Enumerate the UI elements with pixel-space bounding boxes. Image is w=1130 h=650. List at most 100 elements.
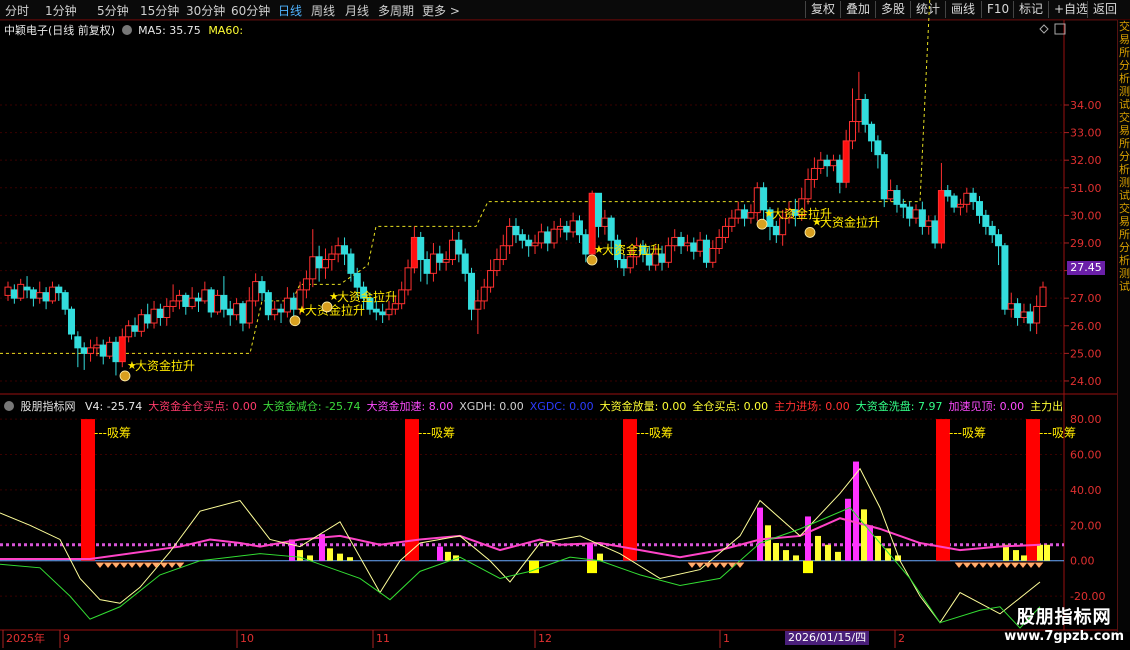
candle-body: [106, 341, 114, 357]
bottom-marker-icon: [1002, 562, 1012, 569]
candle-body: [315, 256, 323, 269]
candle-body: [823, 159, 831, 167]
side-panel[interactable]: 交易所分析测试交易所分析测试交易所分析测试: [1117, 20, 1130, 632]
y-tick-label: 32.00: [1070, 154, 1102, 167]
candle-body: [175, 294, 183, 302]
candle-body: [137, 314, 145, 332]
candle-body: [925, 220, 933, 227]
candle-body: [550, 228, 558, 244]
candle-body: [677, 236, 685, 247]
candle-body: [931, 220, 939, 244]
candle-body: [442, 259, 450, 263]
bottom-marker-icon: [962, 562, 972, 569]
candle-body: [728, 217, 736, 227]
candle-body: [385, 308, 393, 316]
indicator-bar: [835, 551, 841, 561]
candle-body: [448, 239, 456, 261]
xichou-label: ---吸筹: [1039, 426, 1076, 440]
candle-body: [969, 192, 977, 203]
side-panel-char: 试: [1119, 280, 1130, 293]
candle-body: [48, 286, 56, 302]
candle-body: [29, 289, 37, 299]
indicator-bar: [936, 419, 950, 561]
candle-body: [772, 225, 780, 236]
candle-body: [67, 308, 75, 335]
indicator-bar: [765, 525, 771, 561]
side-panel-char: 分: [1119, 150, 1130, 163]
candle-body: [690, 242, 698, 252]
candle-body: [899, 203, 907, 208]
candle-body: [1001, 245, 1009, 310]
candle-body: [880, 154, 888, 200]
candle-body: [575, 220, 583, 236]
candle-body: [131, 325, 139, 332]
candle-body: [702, 239, 710, 263]
money-bag-icon: [321, 301, 333, 313]
bottom-marker-icon: [1010, 562, 1020, 569]
x-tick-label: 10: [240, 632, 254, 645]
indicator-bar: [757, 507, 763, 561]
indicator-bar: [825, 544, 831, 561]
chart-canvas: 24.0025.0026.0027.0028.0029.0030.0031.00…: [0, 0, 1117, 648]
candle-body: [715, 236, 723, 249]
y-tick-label: 33.00: [1070, 127, 1102, 140]
x-tick-label: 2: [898, 632, 905, 645]
candle-body: [582, 234, 590, 255]
candle-body: [17, 283, 25, 299]
side-panel-char: 所: [1119, 228, 1130, 241]
bottom-marker-icon: [103, 562, 113, 569]
candle-body: [144, 314, 152, 324]
indicator-bar: [327, 548, 333, 561]
indicator-bar: [587, 543, 593, 561]
indicator-bar: [805, 516, 811, 561]
candle-body: [747, 212, 755, 219]
side-panel-char: 试: [1119, 98, 1130, 111]
ma60-line: [0, 0, 931, 354]
y-tick-label: 24.00: [1070, 375, 1102, 388]
candle-body: [544, 231, 552, 244]
indicator-bar: [297, 550, 303, 561]
candle-body: [207, 289, 215, 313]
cursor-date-badge: 2026/01/15/四: [785, 631, 870, 645]
candle-body: [487, 270, 495, 288]
current-price-badge: 27.45: [1067, 261, 1105, 275]
indicator-bar: [793, 555, 799, 561]
candle-body: [461, 253, 469, 274]
x-tick-label: 9: [63, 632, 70, 645]
candle-body: [995, 234, 1003, 247]
candle-body: [55, 286, 63, 294]
watermark-title: 股朋指标网: [1016, 607, 1112, 628]
indicator-bar: [623, 419, 637, 561]
y-tick-label: 29.00: [1070, 237, 1102, 250]
indicator-bar: [1044, 544, 1050, 561]
bottom-marker-icon: [135, 562, 145, 569]
indicator-bar: [437, 546, 443, 561]
xichou-label: ---吸筹: [949, 426, 986, 440]
xichou-label: ---吸筹: [94, 426, 131, 440]
indicator-line: [0, 517, 1041, 560]
candle-body: [23, 286, 31, 291]
candle-body: [569, 220, 577, 233]
candle-body: [918, 209, 926, 227]
bottom-marker-icon: [687, 562, 697, 569]
y-tick-label: -20.00: [1070, 590, 1105, 603]
candle-body: [1020, 311, 1028, 318]
bottom-marker-icon: [111, 562, 121, 569]
candle-body: [410, 236, 418, 269]
money-bag-icon: [804, 227, 816, 238]
bottom-marker-icon: [986, 562, 996, 569]
bottom-marker-icon: [1034, 562, 1044, 569]
candle-body: [855, 98, 863, 123]
side-panel-char: 交: [1119, 111, 1130, 124]
candle-body: [741, 209, 749, 219]
candle-body: [937, 190, 945, 244]
indicator-bar: [815, 535, 821, 561]
bottom-marker-icon: [159, 562, 169, 569]
candle-body: [252, 281, 260, 302]
candle-body: [836, 159, 844, 183]
candle-body: [156, 308, 164, 318]
money-bag-icon: [119, 370, 131, 382]
candle-body: [436, 253, 444, 263]
candle-body: [93, 344, 101, 349]
side-panel-char: 所: [1119, 46, 1130, 59]
